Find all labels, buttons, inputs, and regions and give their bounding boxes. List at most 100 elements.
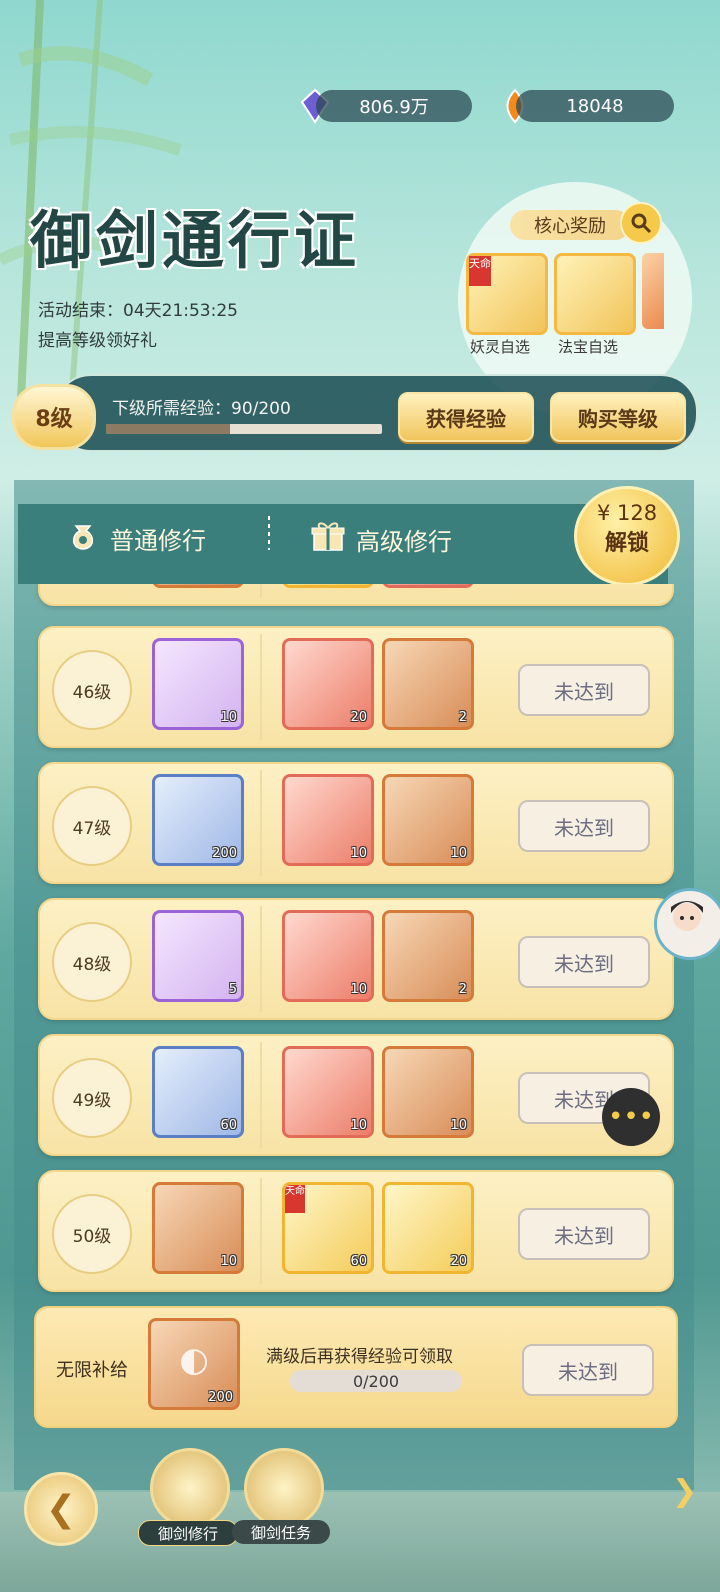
row-separator bbox=[260, 906, 262, 1012]
red-chest-icon[interactable]: 10 bbox=[282, 774, 374, 866]
row-separator bbox=[260, 634, 262, 740]
row-separator bbox=[260, 770, 262, 876]
task-building-icon bbox=[244, 1448, 324, 1528]
reward-row-partial: 100 40 30 bbox=[38, 584, 674, 606]
event-subtitle: 提高等级领好礼 bbox=[38, 331, 157, 351]
item-quantity: 10 bbox=[350, 1118, 367, 1133]
item-quantity: 200 bbox=[208, 1390, 233, 1405]
item-quantity: 200 bbox=[212, 846, 237, 861]
item-quantity: 10 bbox=[450, 1118, 467, 1133]
infinite-supply-label: 无限补给 bbox=[56, 1360, 128, 1381]
red-chest-icon[interactable]: 10 bbox=[282, 910, 374, 1002]
row-level: 46级 bbox=[52, 650, 132, 730]
exp-progress-fill bbox=[106, 424, 231, 434]
sword-practice-icon bbox=[150, 1448, 230, 1528]
flame-orb-icon[interactable]: ◐ 200 bbox=[148, 1318, 240, 1410]
level-badge: 8级 bbox=[12, 384, 96, 450]
ice-crystal-icon[interactable]: 60 bbox=[152, 1046, 244, 1138]
event-timer: 活动结束：04天21:53:25 bbox=[38, 301, 238, 321]
reward-row: 49级 60 10 10 未达到 bbox=[38, 1034, 674, 1156]
core-reward-label: 法宝自选 bbox=[558, 338, 619, 356]
not-reached-button[interactable]: 未达到 bbox=[518, 664, 650, 716]
not-reached-button[interactable]: 未达到 bbox=[518, 1208, 650, 1260]
item-quantity: 5 bbox=[228, 982, 237, 997]
gift-box-icon bbox=[310, 518, 346, 560]
page-title: 御剑通行证 bbox=[30, 204, 361, 277]
item-quantity: 20 bbox=[450, 1254, 467, 1269]
reward-row: 50级 10 天命 60 20 未达到 bbox=[38, 1170, 674, 1292]
tab-advanced[interactable]: 高级修行 bbox=[310, 518, 452, 560]
reward-row: 46级 10 20 2 未达到 bbox=[38, 626, 674, 748]
item-quantity: 10 bbox=[220, 1254, 237, 1269]
chevron-right-icon[interactable]: ❯ bbox=[672, 1474, 697, 1509]
exp-label: 下级所需经验：90/200 bbox=[112, 399, 291, 419]
item-quantity: 2 bbox=[458, 982, 467, 997]
back-arrow-icon[interactable]: ❮ bbox=[24, 1472, 98, 1546]
infinite-supply-progress: 0/200 bbox=[290, 1370, 462, 1392]
not-reached-button[interactable]: 未达到 bbox=[522, 1344, 654, 1396]
item-quantity: 60 bbox=[350, 1254, 367, 1269]
core-reward-fox-spirit[interactable]: 天命 bbox=[466, 253, 548, 335]
tianming-badge: 天命 bbox=[469, 256, 491, 286]
core-reward-treasure[interactable] bbox=[554, 253, 636, 335]
not-reached-button[interactable]: 未达到 bbox=[518, 800, 650, 852]
mystery-box-icon[interactable]: 10 bbox=[152, 1182, 244, 1274]
reward-item[interactable]: 100 bbox=[152, 584, 244, 588]
spirit-orb-icon[interactable]: 10 bbox=[152, 638, 244, 730]
unlock-price: ¥ 128 bbox=[596, 501, 658, 525]
item-quantity: 10 bbox=[350, 982, 367, 997]
item-quantity: 10 bbox=[350, 846, 367, 861]
chat-bubble-icon[interactable]: ••• bbox=[602, 1088, 660, 1146]
reward-item[interactable]: 30 bbox=[382, 584, 474, 588]
infinite-supply-row: 无限补给 ◐ 200 满级后再获得经验可领取 0/200 未达到 bbox=[34, 1306, 678, 1428]
tab-divider bbox=[268, 516, 270, 550]
infinite-supply-desc: 满级后再获得经验可领取 bbox=[266, 1347, 453, 1367]
money-bag-icon bbox=[66, 518, 100, 558]
core-reward-more bbox=[642, 253, 664, 329]
treasure-chest-icon[interactable]: 20 bbox=[382, 1182, 474, 1274]
reward-item[interactable]: 40 bbox=[282, 584, 374, 588]
nav-sword-practice[interactable]: 御剑修行 bbox=[138, 1448, 238, 1546]
bottom-nav bbox=[0, 1492, 720, 1592]
search-icon[interactable] bbox=[620, 202, 662, 244]
buy-level-button[interactable]: 购买等级 bbox=[550, 392, 686, 442]
nav-label: 御剑任务 bbox=[232, 1520, 330, 1544]
core-reward-label: 妖灵自选 bbox=[470, 338, 531, 356]
row-level: 50级 bbox=[52, 1194, 132, 1274]
tab-normal[interactable]: 普通修行 bbox=[66, 518, 206, 558]
get-exp-button[interactable]: 获得经验 bbox=[398, 392, 534, 442]
not-reached-button[interactable]: 未达到 bbox=[518, 936, 650, 988]
row-separator bbox=[260, 1178, 262, 1284]
item-quantity: 20 bbox=[350, 710, 367, 725]
item-quantity: 10 bbox=[450, 846, 467, 861]
row-separator bbox=[260, 1042, 262, 1148]
flame-glyph-icon: ◐ bbox=[179, 1339, 209, 1380]
currency-jade[interactable]: 806.9万 bbox=[316, 90, 472, 122]
row-level: 49级 bbox=[52, 1058, 132, 1138]
row-separator bbox=[260, 584, 262, 598]
row-level: 47级 bbox=[52, 786, 132, 866]
item-quantity: 2 bbox=[458, 710, 467, 725]
currency-gold-value: 18048 bbox=[566, 95, 624, 117]
scroll-chest-icon[interactable]: 2 bbox=[382, 910, 474, 1002]
ornate-chest-icon[interactable]: 2 bbox=[382, 638, 474, 730]
unlock-label: 解锁 bbox=[604, 531, 649, 556]
tab-normal-label: 普通修行 bbox=[110, 526, 206, 555]
nav-sword-task[interactable]: 御剑任务 bbox=[232, 1448, 330, 1544]
tab-advanced-label: 高级修行 bbox=[356, 527, 452, 556]
row-level: 48级 bbox=[52, 922, 132, 1002]
reward-row: 47级 200 10 10 未达到 bbox=[38, 762, 674, 884]
unlock-button[interactable]: ¥ 128 解锁 bbox=[574, 486, 680, 586]
item-quantity: 10 bbox=[220, 710, 237, 725]
spirit-egg-icon[interactable]: 200 bbox=[152, 774, 244, 866]
currency-gold[interactable]: 18048 bbox=[516, 90, 674, 122]
red-chest-icon[interactable]: 20 bbox=[282, 638, 374, 730]
red-chest-icon[interactable]: 10 bbox=[282, 1046, 374, 1138]
bronze-chest-icon[interactable]: 10 bbox=[382, 774, 474, 866]
pink-gem-icon[interactable]: 5 bbox=[152, 910, 244, 1002]
bronze-chest-icon[interactable]: 10 bbox=[382, 1046, 474, 1138]
reward-row: 48级 5 10 2 未达到 bbox=[38, 898, 674, 1020]
core-rewards-title: 核心奖励 bbox=[510, 210, 630, 240]
fox-spirit-icon[interactable]: 天命 60 bbox=[282, 1182, 374, 1274]
assistant-avatar[interactable] bbox=[654, 888, 720, 960]
